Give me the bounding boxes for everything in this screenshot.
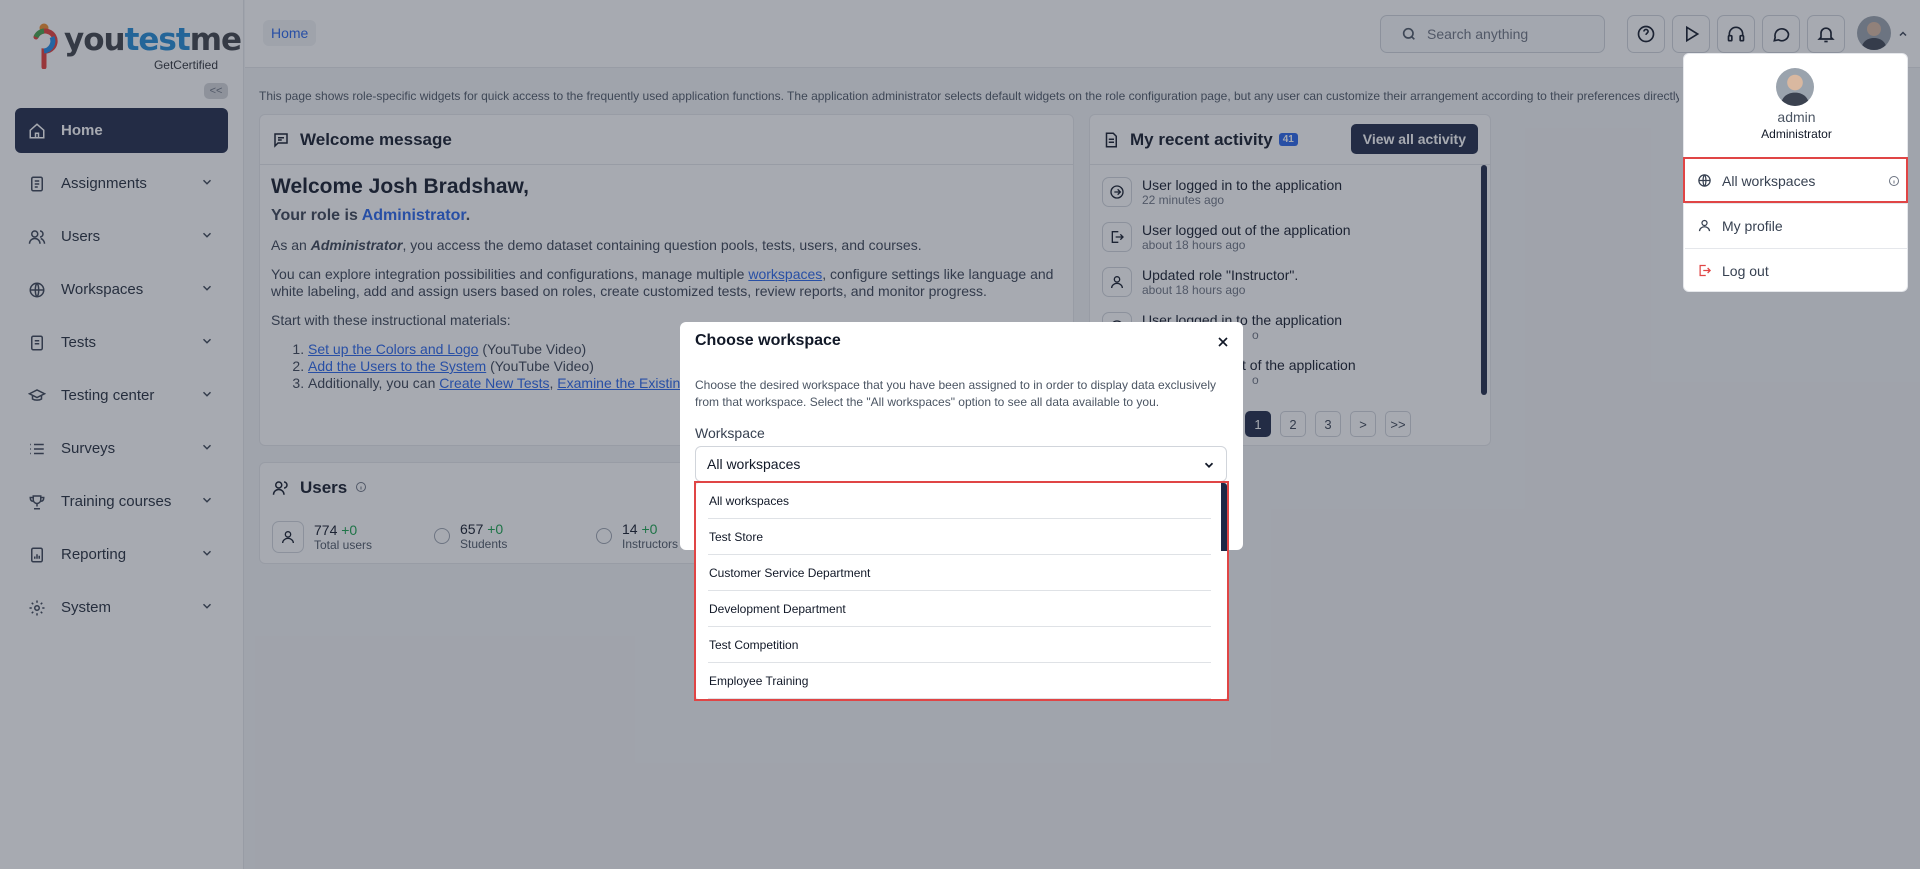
logout-icon bbox=[1697, 263, 1712, 278]
user-menu: admin Administrator All workspaces My pr… bbox=[1683, 53, 1908, 292]
dialog-title: Choose workspace bbox=[695, 332, 841, 349]
chevron-down-icon bbox=[1204, 462, 1214, 468]
workspace-select[interactable]: All workspaces bbox=[695, 446, 1227, 482]
workspace-option[interactable]: All workspaces bbox=[708, 483, 1211, 519]
user-name: admin bbox=[1777, 109, 1816, 125]
info-icon bbox=[1888, 174, 1900, 190]
menu-item-label: Log out bbox=[1722, 262, 1769, 279]
user-role: Administrator bbox=[1761, 127, 1832, 141]
selected-value: All workspaces bbox=[707, 456, 801, 472]
all-workspaces-menu-item[interactable]: All workspaces bbox=[1685, 158, 1908, 202]
log-out-menu-item[interactable]: Log out bbox=[1685, 248, 1908, 292]
workspace-option[interactable]: Test Store bbox=[708, 519, 1211, 555]
workspace-option[interactable]: Development Department bbox=[708, 591, 1211, 627]
globe-icon bbox=[1697, 173, 1712, 188]
scrollbar[interactable] bbox=[1221, 483, 1227, 551]
workspace-dropdown-list: All workspaces Test Store Customer Servi… bbox=[695, 482, 1228, 700]
menu-item-label: My profile bbox=[1722, 217, 1783, 234]
user-icon bbox=[1697, 218, 1712, 233]
workspace-option[interactable]: Test Competition bbox=[708, 627, 1211, 663]
workspace-option[interactable]: Employee Training bbox=[708, 663, 1211, 699]
my-profile-menu-item[interactable]: My profile bbox=[1685, 203, 1908, 247]
workspace-option[interactable]: Customer Service Department bbox=[708, 555, 1211, 591]
menu-item-label: All workspaces bbox=[1722, 172, 1816, 189]
avatar bbox=[1776, 68, 1814, 106]
dialog-description: Choose the desired workspace that you ha… bbox=[695, 378, 1216, 409]
close-icon[interactable] bbox=[1215, 334, 1231, 355]
workspace-label: Workspace bbox=[695, 425, 765, 441]
